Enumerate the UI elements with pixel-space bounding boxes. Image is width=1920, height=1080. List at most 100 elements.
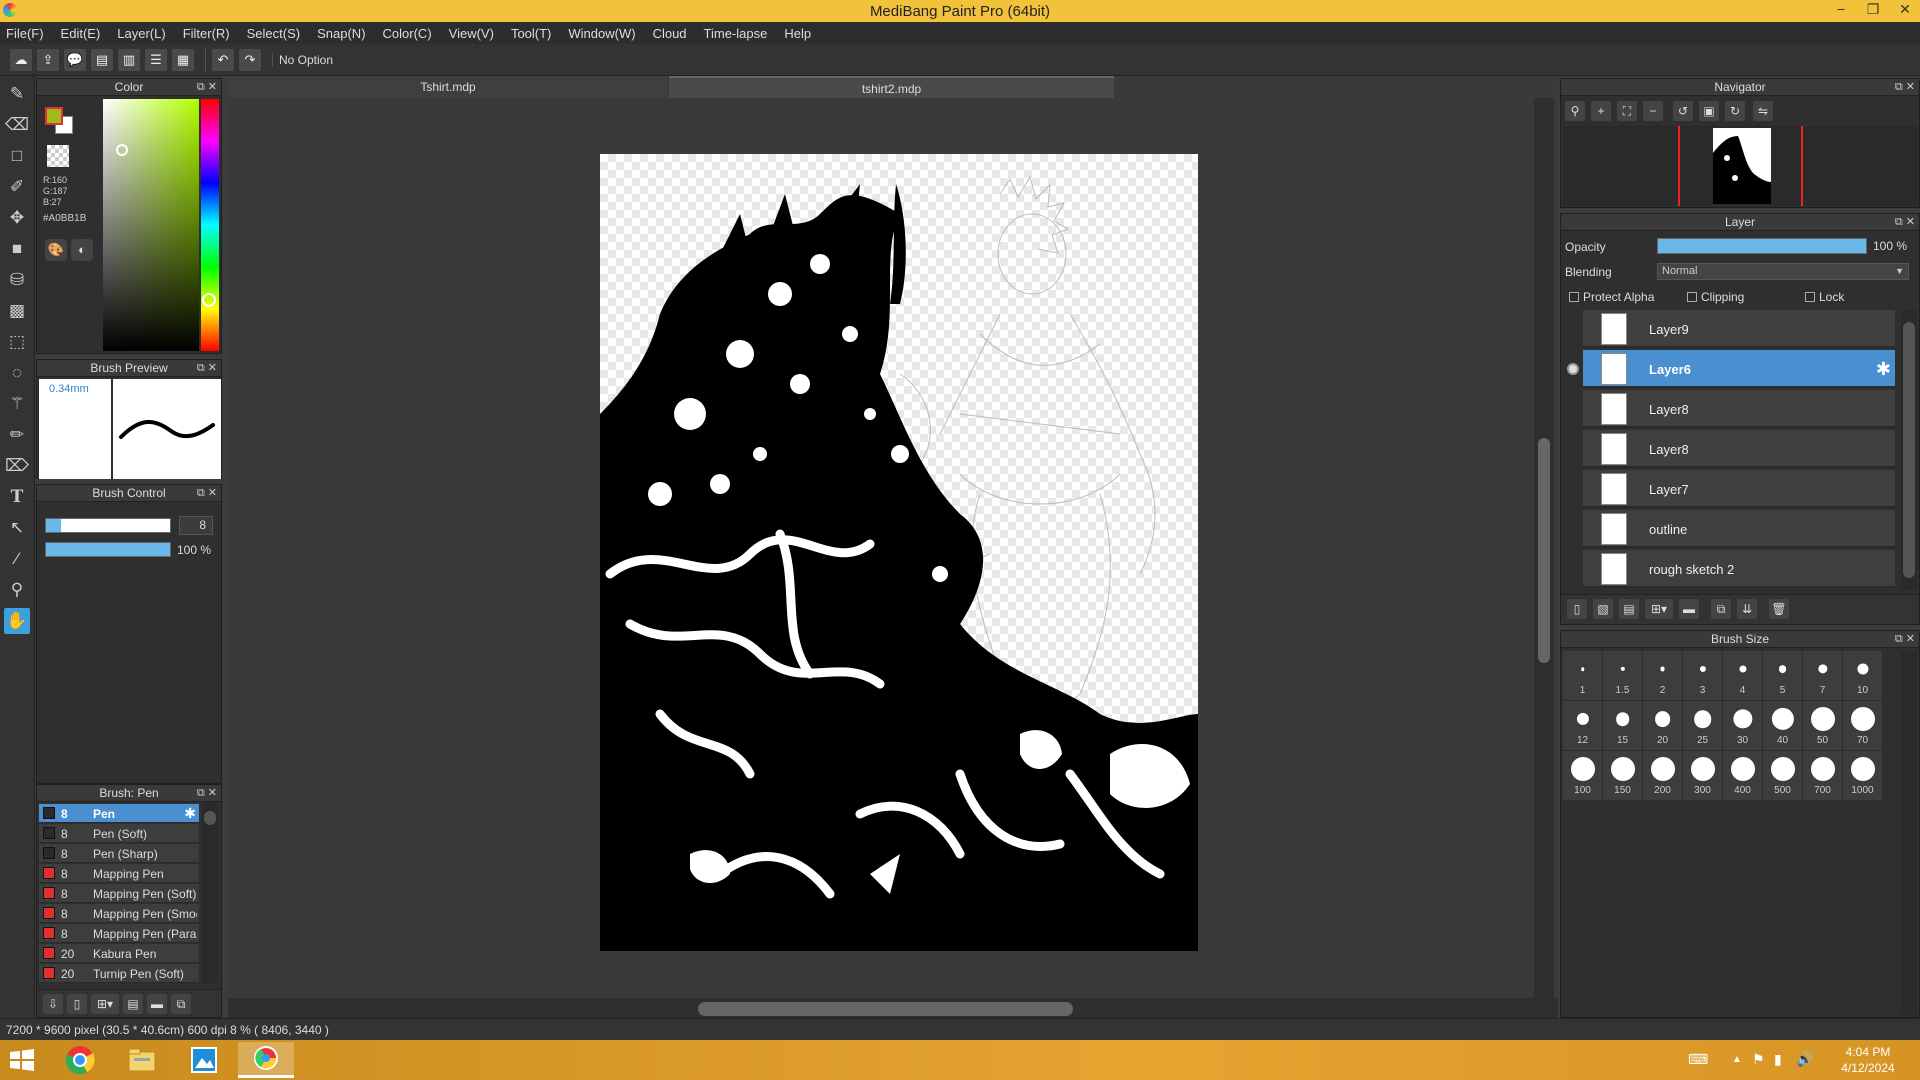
gradient-tool-icon[interactable]: ▩ [4,298,30,324]
brush-size-slider[interactable] [45,518,171,533]
brush-size-preset[interactable]: 1.5 [1603,651,1643,701]
layer-row[interactable]: Layer7 [1583,470,1895,508]
tab-tshirt2[interactable]: tshirt2.mdp [669,76,1114,98]
hand-tool-icon[interactable]: ✋ [4,608,30,634]
brush-size-input[interactable]: 8 [179,516,213,535]
keyboard-icon[interactable]: ⌨ [1688,1051,1708,1068]
layer-visibility-toggle[interactable] [1567,363,1579,375]
operation-tool-icon[interactable]: ↖ [4,515,30,541]
zoom-out-icon[interactable]: − [1643,101,1663,121]
upload-icon[interactable]: ⇪ [37,48,59,71]
brush-size-preset[interactable]: 1 [1563,651,1603,701]
grid-icon[interactable]: ▦ [172,48,194,71]
volume-icon[interactable]: 🔊 [1796,1051,1813,1068]
menu-snap[interactable]: Snap(N) [317,26,365,41]
brush-size-preset[interactable]: 25 [1683,701,1723,751]
sv-picker-handle[interactable] [116,144,128,156]
new-1bit-layer-icon[interactable]: ▤ [1619,599,1639,619]
redo-icon[interactable]: ↷ [239,48,261,71]
gear-icon[interactable]: ✱ [184,805,196,822]
move-tool-icon[interactable]: ✥ [4,205,30,231]
merge-layer-icon[interactable]: ⇊ [1737,599,1757,619]
brush-size-preset[interactable]: 700 [1803,751,1843,801]
rotate-right-icon[interactable]: ↻ [1725,101,1745,121]
brush-item[interactable]: 8 Mapping Pen (Smoc [39,904,199,923]
brush-tool-icon[interactable]: ✎ [4,81,30,107]
network-icon[interactable]: ▮ [1774,1051,1782,1068]
taskbar-clock[interactable]: 4:04 PM 4/12/2024 [1838,1044,1898,1076]
medibang-taskbar-icon[interactable] [238,1042,294,1078]
menu-select[interactable]: Select(S) [247,26,300,41]
brush-settings-icon[interactable]: ▤ [123,994,143,1014]
brush-size-preset[interactable]: 15 [1603,701,1643,751]
layer-row[interactable]: rough sketch 2 [1583,550,1895,588]
actual-size-icon[interactable]: ▣ [1699,101,1719,121]
flip-icon[interactable]: ⇋ [1753,101,1773,121]
photos-taskbar-icon[interactable] [176,1042,232,1078]
saturation-value-picker[interactable] [103,99,199,351]
brush-size-preset[interactable]: 200 [1643,751,1683,801]
flag-icon[interactable]: ⚑ [1752,1051,1765,1068]
hue-picker-handle[interactable] [202,293,216,307]
brush-item[interactable]: 8 Mapping Pen (Soft) [39,884,199,903]
canvas-vertical-scroll-thumb[interactable] [1538,438,1550,663]
layer-folder-icon[interactable]: ▬ [1679,599,1699,619]
brush-size-preset[interactable]: 4 [1723,651,1763,701]
brush-size-preset[interactable]: 7 [1803,651,1843,701]
brush-list-scroll-thumb[interactable] [204,811,216,825]
fill-rect-tool-icon[interactable]: ■ [4,236,30,262]
protect-alpha-checkbox[interactable]: Protect Alpha [1569,290,1654,304]
menu-timelapse[interactable]: Time-lapse [704,26,768,41]
brush-item[interactable]: 20 Kabura Pen [39,944,199,963]
menu-color[interactable]: Color(C) [383,26,432,41]
new-halftone-layer-icon[interactable]: ▧ [1593,599,1613,619]
menu-filter[interactable]: Filter(R) [183,26,230,41]
file-explorer-taskbar-icon[interactable] [114,1042,170,1078]
duplicate-layer-icon[interactable]: ⧉ [1711,599,1731,619]
restore-button[interactable]: ❐ [1864,1,1882,18]
lock-checkbox[interactable]: Lock [1805,290,1844,304]
eyedropper-tool-icon[interactable]: ⚲ [4,577,30,603]
brush-size-preset[interactable]: 5 [1763,651,1803,701]
brush-size-preset[interactable]: 500 [1763,751,1803,801]
brush-size-preset[interactable]: 50 [1803,701,1843,751]
list-icon[interactable]: ☰ [145,48,167,71]
brush-size-preset[interactable]: 1000 [1843,751,1883,801]
brush-size-preset[interactable]: 10 [1843,651,1883,701]
menu-window[interactable]: Window(W) [568,26,635,41]
canvas-horizontal-scrollbar[interactable] [228,998,1558,1018]
panel-controls[interactable]: ⧉ ✕ [197,79,217,96]
zoom-in-icon[interactable]: + [1591,101,1611,121]
layer-opacity-slider[interactable] [1657,238,1867,254]
rectangle-tool-icon[interactable]: □ [4,143,30,169]
dot-brush-tool-icon[interactable]: ✐ [4,174,30,200]
brush-item[interactable]: 8 Mapping Pen [39,864,199,883]
layer-list-scroll-thumb[interactable] [1903,322,1915,578]
brush-size-preset[interactable]: 12 [1563,701,1603,751]
brush-item[interactable]: 8 Mapping Pen (Paralle [39,924,199,943]
brush-size-preset[interactable]: 40 [1763,701,1803,751]
panel-controls[interactable]: ⧉ ✕ [1895,79,1915,96]
brush-size-preset[interactable]: 70 [1843,701,1883,751]
fit-window-icon[interactable]: ⛶ [1617,101,1637,121]
drawing-canvas[interactable] [600,154,1198,951]
canvas-horizontal-scroll-thumb[interactable] [698,1002,1073,1016]
brush-folder-icon[interactable]: ▬ [147,994,167,1014]
cloud-icon[interactable]: ☁ [10,48,32,71]
windows-start-button[interactable] [8,1048,36,1072]
clipping-checkbox[interactable]: Clipping [1687,290,1744,304]
menu-view[interactable]: View(V) [449,26,494,41]
layer-row[interactable]: Layer8 [1583,430,1895,468]
blending-mode-select[interactable]: Normal ▼ [1657,263,1909,280]
palette-icon[interactable]: 🎨 [45,239,67,261]
brush-item[interactable]: 8 Pen (Soft) [39,824,199,843]
show-hidden-icons[interactable]: ▲ [1732,1054,1742,1065]
transparent-color-swatch[interactable] [47,145,69,167]
panel-controls[interactable]: ⧉ ✕ [1895,631,1915,648]
new-layer-icon[interactable]: ▯ [1567,599,1587,619]
menu-tool[interactable]: Tool(T) [511,26,551,41]
close-button[interactable]: ✕ [1896,1,1914,18]
select-eraser-tool-icon[interactable]: ⌦ [4,453,30,479]
duplicate-brush-icon[interactable]: ⧉ [171,994,191,1014]
select-pen-tool-icon[interactable]: ✏ [4,422,30,448]
